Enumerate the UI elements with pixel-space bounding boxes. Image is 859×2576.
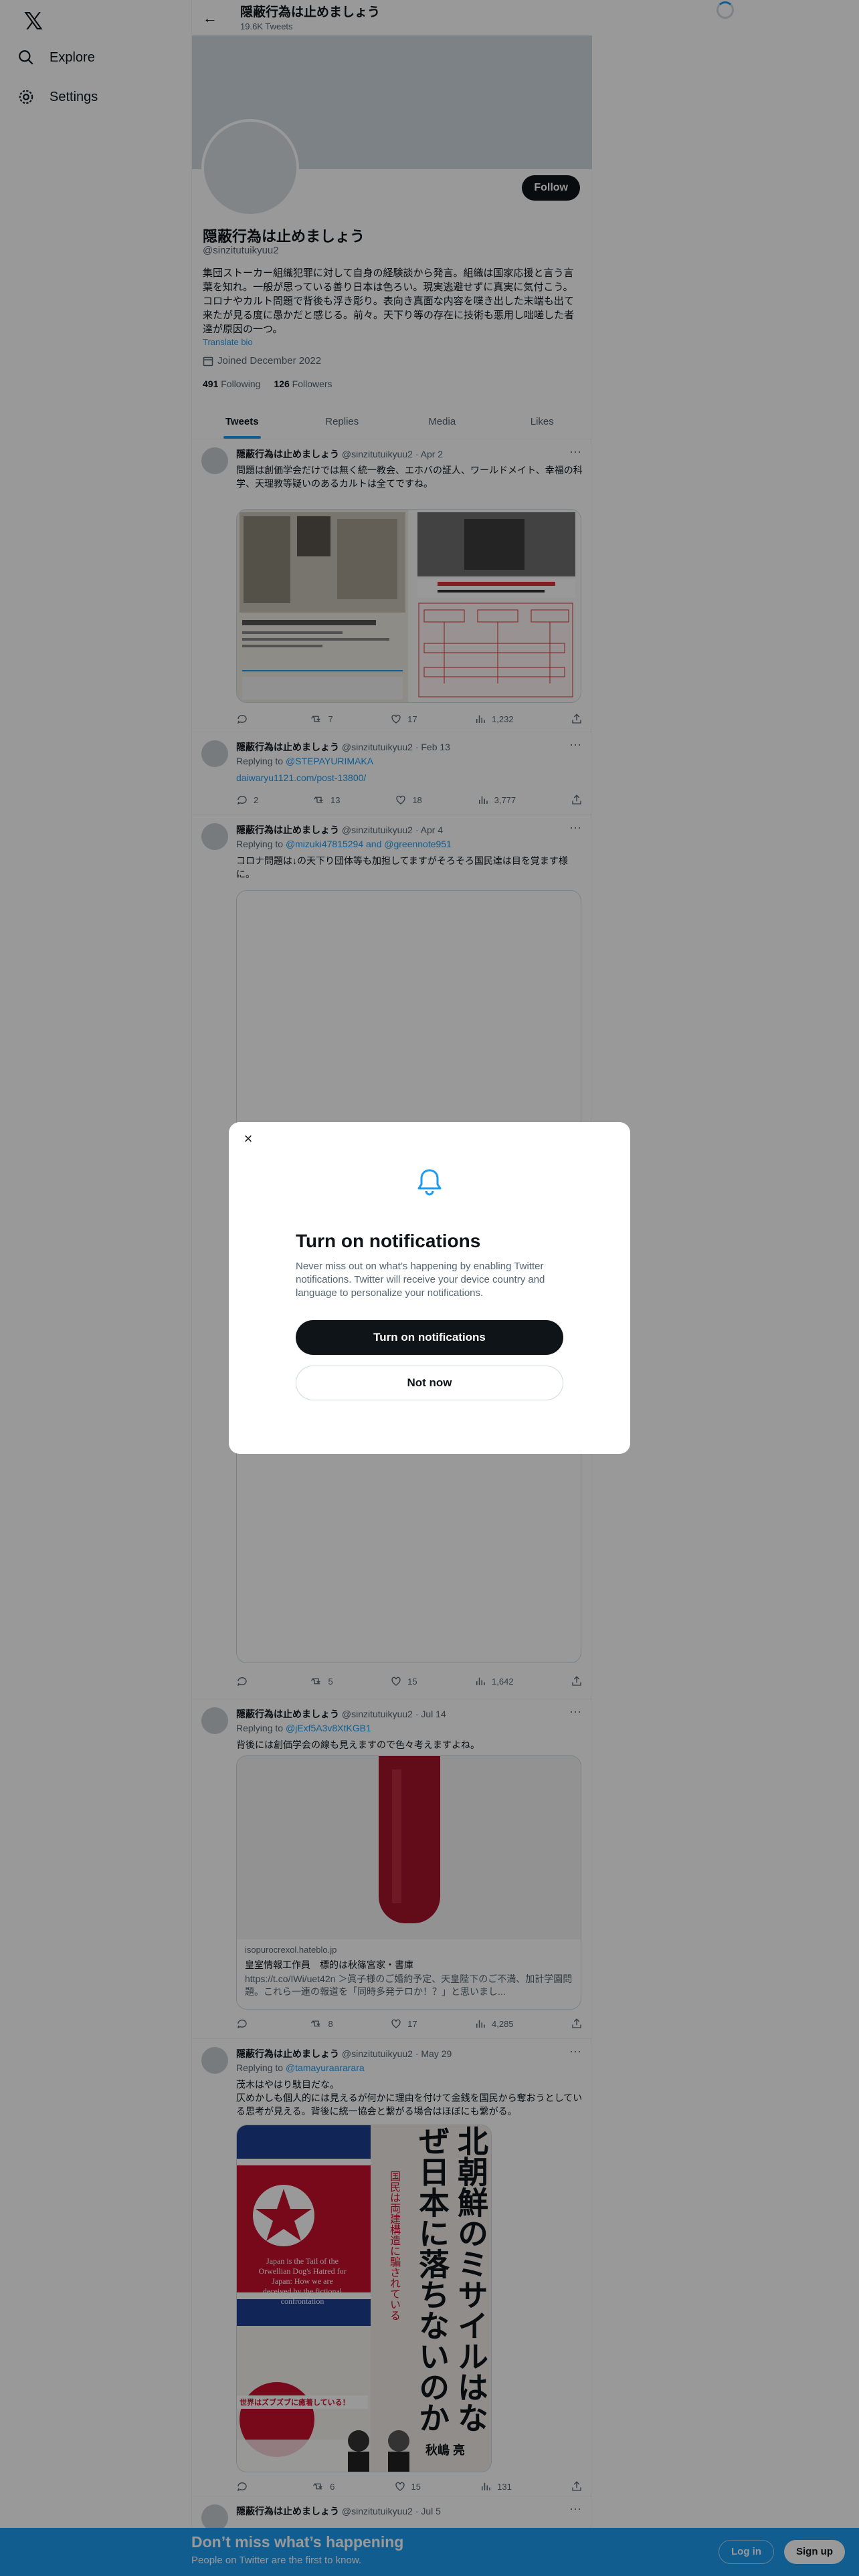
dialog-title: Turn on notifications [296,1230,481,1251]
close-icon[interactable]: × [238,1129,258,1149]
not-now-button[interactable]: Not now [296,1366,563,1400]
notifications-dialog: × Turn on notifications Never miss out o… [229,1122,630,1454]
dialog-description: Never miss out on what’s happening by en… [296,1261,545,1299]
turn-on-notifications-button[interactable]: Turn on notifications [296,1320,563,1355]
bell-icon [417,1169,442,1196]
